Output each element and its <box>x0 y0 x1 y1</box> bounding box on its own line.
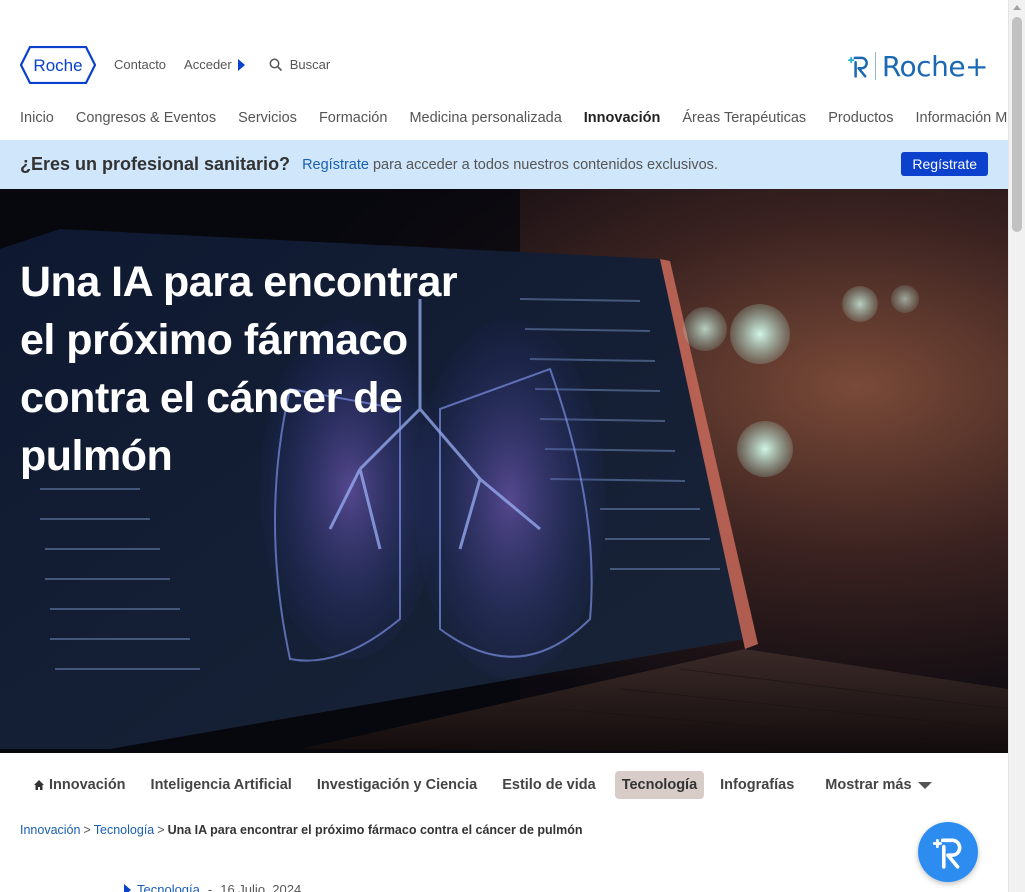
contact-link[interactable]: Contacto <box>114 57 166 72</box>
breadcrumb-current: Una IA para encontrar el próximo fármaco… <box>167 823 583 837</box>
logo-divider <box>875 52 876 80</box>
nav-item-productos[interactable]: Productos <box>828 110 893 126</box>
banner-text: para acceder a todos nuestros contenidos… <box>372 156 718 173</box>
login-link[interactable]: Acceder <box>184 57 245 72</box>
scroll-up-arrow-icon[interactable] <box>1013 5 1021 10</box>
sub-nav-infografias[interactable]: Infografías <box>720 777 794 793</box>
sub-nav-inteligencia-artificial[interactable]: Inteligencia Artificial <box>151 777 292 793</box>
sub-nav-investigacion-ciencia[interactable]: Investigación y Ciencia <box>317 777 477 793</box>
login-label: Acceder <box>184 57 232 72</box>
breadcrumb-separator: > <box>157 823 165 837</box>
sub-nav-tecnologia[interactable]: Tecnología <box>614 771 705 799</box>
scrollbar-thumb[interactable] <box>1012 17 1022 232</box>
roche-logo-text: Roche <box>33 56 82 75</box>
register-button[interactable]: Regístrate <box>901 152 988 176</box>
top-links: Contacto Acceder Buscar <box>114 57 330 72</box>
nav-item-medicina-personalizada[interactable]: Medicina personalizada <box>409 110 561 126</box>
search-label: Buscar <box>289 57 331 72</box>
roche-plus-logo[interactable]: Roche+ <box>846 48 989 84</box>
professional-banner: ¿Eres un profesional sanitario? Regístra… <box>0 140 1008 189</box>
show-more-label: Mostrar más <box>825 777 912 793</box>
nav-item-innovacion[interactable]: Innovación <box>584 110 661 126</box>
article-date: 16 Julio, 2024 <box>220 882 302 892</box>
show-more-button[interactable]: Mostrar más <box>825 777 932 793</box>
breadcrumb-tecnologia[interactable]: Tecnología <box>94 823 154 837</box>
breadcrumb: Innovación > Tecnología > Una IA para en… <box>20 823 583 837</box>
article-meta: Tecnología - 16 Julio, 2024 <box>124 882 301 892</box>
sub-nav-innovacion[interactable]: Innovación <box>33 777 126 793</box>
banner-question: ¿Eres un profesional sanitario? <box>20 154 291 174</box>
play-icon <box>237 58 245 71</box>
play-icon <box>124 883 131 892</box>
main-nav: Inicio Congresos & Eventos Servicios For… <box>20 110 1025 126</box>
roche-logo[interactable]: Roche <box>20 46 96 84</box>
sub-nav-innovacion-label: Innovación <box>49 777 126 793</box>
hero-title: Una IA para encontrar el próximo fármaco… <box>20 258 458 480</box>
roche-plus-text: Roche+ <box>881 49 989 83</box>
search-button[interactable]: Buscar <box>269 57 330 72</box>
nav-item-inicio[interactable]: Inicio <box>20 110 54 126</box>
page-scrollbar[interactable] <box>1008 0 1025 892</box>
nav-item-servicios[interactable]: Servicios <box>238 110 297 126</box>
chevron-down-icon <box>917 781 932 789</box>
nav-item-congresos[interactable]: Congresos & Eventos <box>76 110 216 126</box>
nav-item-formacion[interactable]: Formación <box>319 110 388 126</box>
search-icon <box>269 58 282 71</box>
home-icon <box>34 780 44 790</box>
roche-plus-icon <box>847 56 868 78</box>
roche-plus-icon <box>932 838 962 869</box>
article-category[interactable]: Tecnología <box>137 882 200 892</box>
sub-nav-estilo-vida[interactable]: Estilo de vida <box>502 777 595 793</box>
site-header: Roche Contacto Acceder Buscar Roche+ Ini… <box>0 0 1025 140</box>
hero-section: Una IA para encontrar el próximo fármaco… <box>0 189 1008 753</box>
sub-nav: Innovación Inteligencia Artificial Inves… <box>33 771 957 799</box>
meta-separator: - <box>207 882 213 892</box>
banner-register-link[interactable]: Regístrate <box>302 157 369 173</box>
breadcrumb-innovacion[interactable]: Innovación <box>20 823 80 837</box>
roche-plus-fab-button[interactable] <box>918 822 978 882</box>
nav-item-areas-terapeuticas[interactable]: Áreas Terapéuticas <box>682 110 806 126</box>
breadcrumb-separator: > <box>83 823 91 837</box>
